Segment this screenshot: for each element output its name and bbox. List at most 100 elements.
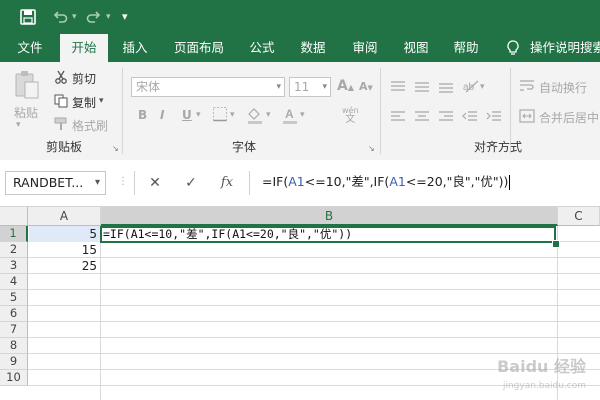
row-header-3[interactable]: 3 [0, 258, 28, 274]
clipboard-launcher-icon[interactable]: ↘ [112, 144, 119, 153]
align-center-icon[interactable] [414, 110, 430, 127]
select-all-corner[interactable] [0, 207, 28, 226]
grow-font-button[interactable]: A▲ [337, 78, 354, 94]
font-name-value: 宋体 [136, 80, 161, 94]
paste-icon[interactable] [14, 70, 40, 103]
row-header-8[interactable]: 8 [0, 338, 28, 354]
name-box[interactable]: RANDBET... ▾ [5, 171, 106, 195]
customize-icon[interactable]: ▾ [122, 0, 128, 34]
undo-icon[interactable] [52, 0, 68, 37]
merge-center-button[interactable]: 合并后居中 [539, 109, 599, 126]
insert-function-button[interactable]: fx [214, 171, 240, 195]
font-name-combo[interactable]: 宋体 ▾ [131, 77, 285, 97]
cell-a2[interactable]: 15 [29, 242, 100, 258]
fill-handle[interactable] [552, 240, 560, 248]
row-header-10[interactable]: 10 [0, 370, 28, 386]
underline-button[interactable]: U [182, 108, 192, 122]
borders-icon[interactable] [212, 106, 228, 125]
tab-page-layout[interactable]: 页面布局 [166, 34, 232, 62]
decrease-indent-icon[interactable] [462, 110, 478, 127]
tab-help[interactable]: 帮助 [446, 34, 486, 62]
scissors-icon[interactable] [54, 70, 68, 87]
enter-button[interactable]: ✓ [178, 171, 204, 195]
align-right-icon[interactable] [438, 110, 454, 127]
bold-button[interactable]: B [138, 108, 147, 122]
font-color-dropdown-icon[interactable]: ▾ [300, 110, 305, 120]
wrap-text-icon[interactable] [519, 79, 535, 96]
column-header-b[interactable]: B [101, 207, 558, 226]
column-header-a[interactable]: A [28, 207, 101, 226]
gridline [28, 321, 600, 322]
fill-color-dropdown-icon[interactable]: ▾ [266, 110, 271, 120]
align-left-icon[interactable] [390, 110, 406, 127]
save-icon[interactable] [20, 0, 36, 37]
undo-dropdown-icon[interactable]: ▾ [72, 0, 77, 34]
font-color-icon[interactable]: A [282, 106, 298, 127]
shrink-font-label: A [359, 80, 368, 93]
format-painter-icon[interactable] [54, 117, 68, 134]
italic-button[interactable]: I [160, 108, 164, 122]
cell-b1-editor[interactable]: =IF(A1<=10,"差",IF(A1<=20,"良","优")) [100, 226, 556, 243]
clipboard-group-label: 剪贴板 [45, 140, 82, 154]
wrap-text-button[interactable]: 自动换行 [539, 79, 587, 96]
merge-center-icon[interactable] [519, 109, 535, 126]
tell-me-search[interactable]: 操作说明搜索 [530, 34, 600, 62]
cell-a1[interactable]: 5 [29, 226, 100, 242]
row-header-9[interactable]: 9 [0, 354, 28, 370]
caret-up-icon: ▲ [347, 83, 354, 92]
phonetic-guide-button[interactable]: wén 文 [342, 106, 359, 125]
align-top-icon[interactable] [390, 80, 406, 97]
tab-home[interactable]: 开始 [60, 34, 108, 62]
row-header-1[interactable]: 1 [0, 226, 28, 242]
row-header-7[interactable]: 7 [0, 322, 28, 338]
copy-dropdown-icon[interactable]: ▾ [99, 96, 104, 106]
align-middle-icon[interactable] [414, 80, 430, 97]
row-header-5[interactable]: 5 [0, 290, 28, 306]
shrink-font-button[interactable]: A▼ [359, 80, 373, 93]
cut-button[interactable]: 剪切 [72, 70, 96, 87]
tab-insert[interactable]: 插入 [114, 34, 156, 62]
cancel-button[interactable]: ✕ [142, 171, 168, 195]
gridline [28, 305, 600, 306]
font-size-combo[interactable]: 11 ▾ [289, 77, 331, 97]
tab-review[interactable]: 审阅 [344, 34, 386, 62]
increase-indent-icon[interactable] [486, 110, 502, 127]
copy-button[interactable]: 复制 [72, 94, 96, 111]
borders-dropdown-icon[interactable]: ▾ [230, 110, 235, 120]
tab-file[interactable]: 文件 [8, 34, 52, 62]
redo-dropdown-icon[interactable]: ▾ [106, 0, 111, 34]
redo-icon[interactable] [86, 0, 102, 37]
row-header-6[interactable]: 6 [0, 306, 28, 322]
chevron-down-icon: ▾ [94, 177, 100, 188]
group-divider [380, 68, 381, 154]
paste-dropdown-icon[interactable]: ▾ [16, 120, 21, 130]
tab-formulas[interactable]: 公式 [242, 34, 282, 62]
paste-button[interactable]: 粘贴 [14, 104, 38, 121]
formula-input[interactable]: =IF(A1<=10,"差",IF(A1<=20,"良","优")) [254, 168, 600, 196]
row-header-2[interactable]: 2 [0, 242, 28, 258]
tab-view[interactable]: 视图 [396, 34, 436, 62]
drag-handle-icon[interactable]: ⋮ [118, 176, 128, 187]
cell-a3[interactable]: 25 [29, 258, 100, 274]
format-painter-button[interactable]: 格式刷 [72, 117, 108, 134]
caret-down-icon: ▼ [367, 84, 373, 92]
orientation-dropdown-icon[interactable]: ▾ [480, 82, 485, 92]
copy-icon[interactable] [54, 94, 68, 111]
group-divider [122, 68, 123, 154]
grow-font-label: A [337, 78, 348, 94]
row-header-4[interactable]: 4 [0, 274, 28, 290]
align-bottom-icon[interactable] [438, 80, 454, 97]
orientation-icon[interactable]: ab [462, 78, 480, 97]
gridline [28, 257, 600, 258]
column-header-c[interactable]: C [558, 207, 600, 226]
fill-color-icon[interactable] [246, 106, 264, 127]
svg-text:ab: ab [463, 82, 475, 93]
chevron-down-icon: ▾ [322, 82, 327, 92]
formula-cell-ref: A1 [389, 174, 406, 189]
font-launcher-icon[interactable]: ↘ [368, 144, 375, 153]
underline-dropdown-icon[interactable]: ▾ [196, 110, 201, 120]
font-group-label: 字体 [231, 140, 256, 154]
lightbulb-icon[interactable] [506, 40, 520, 59]
tab-data[interactable]: 数据 [292, 34, 334, 62]
gridline [28, 273, 600, 274]
